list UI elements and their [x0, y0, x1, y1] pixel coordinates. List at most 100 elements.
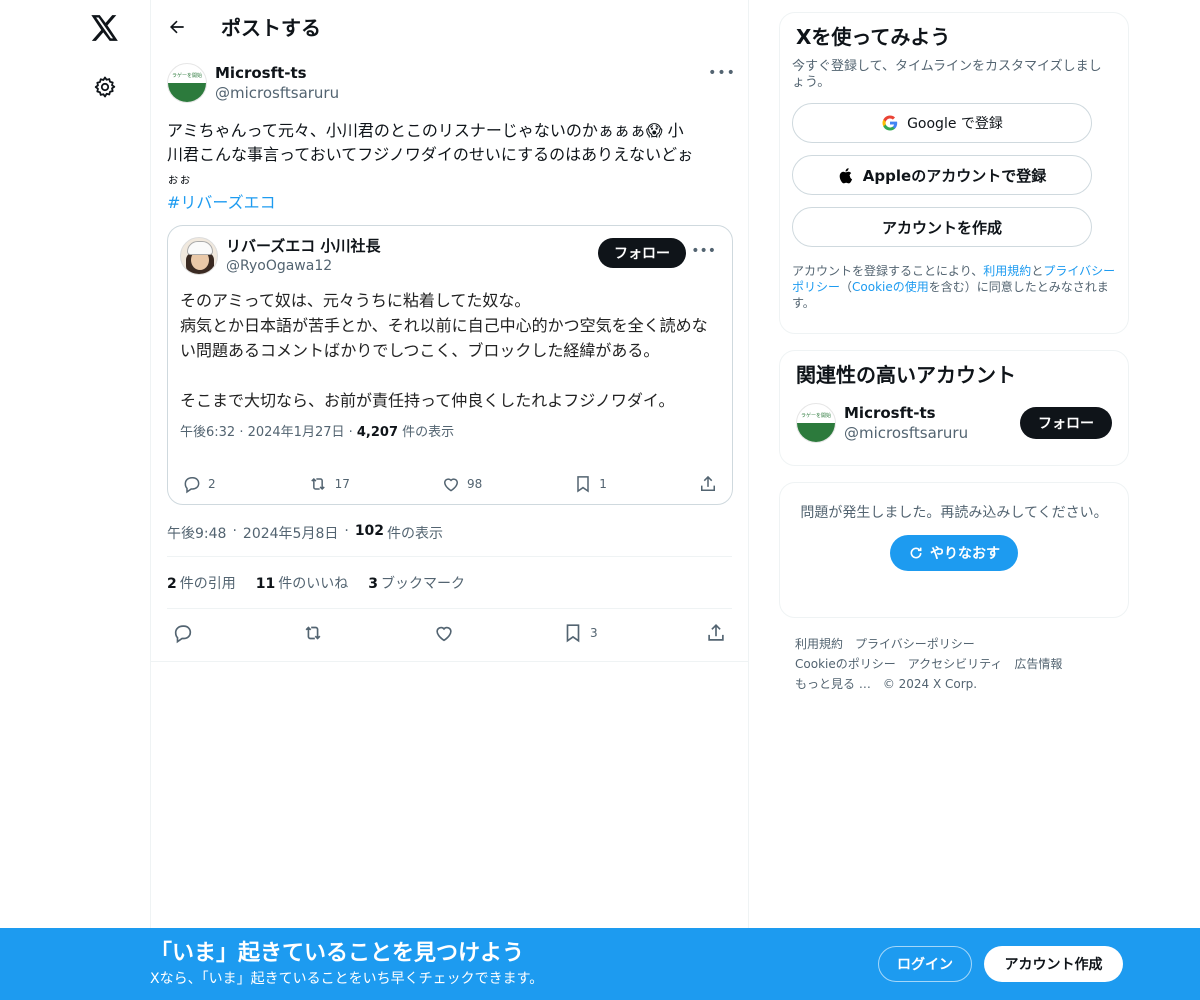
- copyright: © 2024 X Corp.: [882, 677, 978, 691]
- quote-actions: 2 17 98 1: [182, 472, 718, 496]
- quote-author-name[interactable]: リバーズエコ 小川社長: [226, 236, 380, 256]
- signup-button[interactable]: アカウント作成: [984, 946, 1123, 982]
- post-author: ラゲーを開始 Microsft-ts @microsftsaruru •••: [167, 63, 735, 113]
- quote-header: リバーズエコ 小川社長 @RyoOgawa12 フォロー •••: [180, 236, 720, 276]
- reply-count: 2: [208, 477, 216, 491]
- heart-icon: [443, 478, 458, 492]
- x-logo-icon[interactable]: [80, 3, 130, 53]
- related-handle[interactable]: @microsftsaruru: [844, 423, 968, 443]
- footer-links: 利用規約 プライバシーポリシー Cookieのポリシー アクセシビリティ 広告情報 も…: [779, 634, 1099, 694]
- likes-stat[interactable]: 11 件のいいね: [256, 573, 348, 593]
- cookie-link[interactable]: Cookieの使用: [852, 280, 929, 294]
- author-name[interactable]: Microsft-ts: [215, 63, 339, 83]
- repost-icon: [305, 626, 321, 640]
- footer-cookie-link[interactable]: Cookieのポリシー: [795, 657, 896, 671]
- divider: [151, 661, 748, 662]
- create-account-button[interactable]: アカウントを作成: [792, 207, 1092, 247]
- reply-button[interactable]: 2: [182, 474, 216, 494]
- heart-icon: [435, 626, 452, 642]
- login-button[interactable]: ログイン: [878, 946, 972, 982]
- quote-author-handle[interactable]: @RyoOgawa12: [226, 256, 380, 276]
- bookmark-icon: [577, 476, 590, 493]
- separator-dot: ·: [232, 523, 237, 539]
- quote-text: そのアミって奴は、元々うちに粘着してた奴な。 病気とか日本語が苦手とか、それ以前…: [180, 291, 708, 410]
- avatar-label: ラゲーを開始: [172, 73, 203, 79]
- repost-button[interactable]: [301, 622, 325, 644]
- post-time[interactable]: 午後9:48: [167, 523, 226, 543]
- retry-label: やりなおす: [930, 546, 1000, 562]
- quoted-post[interactable]: リバーズエコ 小川社長 @RyoOgawa12 フォロー ••• そのアミって奴…: [167, 225, 733, 505]
- more-icon[interactable]: •••: [708, 63, 735, 83]
- post-stats: 2 件の引用 11 件のいいね 3 ブックマーク: [167, 557, 732, 609]
- bookmarks-label: ブックマーク: [380, 575, 465, 592]
- avatar-green-band: [168, 83, 206, 102]
- bottom-signup-bar: 「いま」起きていることを見つけよう Xなら、「いま」起きていることをいち早くチェ…: [0, 928, 1200, 1000]
- footer-privacy-link[interactable]: プライバシーポリシー: [855, 637, 975, 651]
- bookmark-button[interactable]: 1: [573, 474, 607, 494]
- post-text: アミちゃんって元々、小川君のとこのリスナーじゃないのかぁぁぁ😱 小 川君こんな事…: [167, 119, 727, 215]
- post: ラゲーを開始 Microsft-ts @microsftsaruru ••• ア…: [151, 53, 748, 657]
- post-text-line: ぉぉ: [167, 172, 192, 186]
- bookmark-icon: [566, 624, 580, 643]
- post-views-label: 件の表示: [387, 526, 444, 542]
- more-icon[interactable]: •••: [691, 243, 716, 259]
- author-handle[interactable]: @microsftsaruru: [215, 83, 339, 103]
- bottom-title: 「いま」起きていることを見つけよう: [150, 941, 525, 966]
- share-icon: [708, 624, 724, 641]
- bookmarks-stat[interactable]: 3 ブックマーク: [368, 573, 465, 593]
- post-meta: 午後9:48 · 2024年5月8日 · 102 件の表示: [167, 523, 732, 557]
- apple-signup-button[interactable]: Appleのアカウントで登録: [792, 155, 1092, 195]
- footer-more-link[interactable]: もっと見る …: [795, 677, 871, 691]
- page-title: ポストする: [221, 16, 321, 40]
- signup-card: Xを使ってみよう 今すぐ登録して、タイムラインをカスタマイズしましょう。 Goo…: [779, 12, 1129, 334]
- like-button[interactable]: 98: [441, 474, 482, 494]
- footer-terms-link[interactable]: 利用規約: [795, 637, 843, 651]
- avatar[interactable]: [180, 237, 218, 275]
- avatar[interactable]: ラゲーを開始: [167, 63, 207, 103]
- bottom-subtitle: Xなら、「いま」起きていることをいち早くチェックできます。: [150, 971, 544, 987]
- likes-count: 11: [255, 575, 276, 592]
- google-signup-label: Google で登録: [907, 116, 1003, 132]
- related-accounts-card: 関連性の高いアカウント ラゲーを開始 Microsft-ts @microsft…: [779, 350, 1129, 466]
- avatar-green-band: [797, 423, 835, 442]
- follow-button[interactable]: フォロー: [1020, 407, 1112, 439]
- share-button[interactable]: [698, 474, 718, 494]
- quotes-label: 件の引用: [179, 575, 236, 592]
- error-message: 問題が発生しました。再読み込みしてください。: [800, 505, 1108, 521]
- related-account[interactable]: ラゲーを開始 Microsft-ts @microsftsaruru フォロー: [796, 403, 1112, 443]
- like-count: 98: [466, 477, 483, 491]
- refresh-icon: [910, 547, 922, 559]
- post-date[interactable]: 2024年5月8日: [243, 523, 338, 543]
- reply-button[interactable]: [172, 622, 194, 644]
- likes-label: 件のいいね: [278, 575, 349, 592]
- hashtag-link[interactable]: #リバーズエコ: [167, 191, 727, 215]
- repost-button[interactable]: 17: [307, 474, 350, 494]
- terms-link[interactable]: 利用規約: [983, 264, 1031, 278]
- quote-views: 4,207: [356, 425, 399, 440]
- quotes-stat[interactable]: 2 件の引用: [167, 573, 236, 593]
- google-signup-button[interactable]: Google で登録: [792, 103, 1092, 143]
- avatar[interactable]: ラゲーを開始: [796, 403, 836, 443]
- legal-text: アカウントを登録することにより、利用規約とプライバシーポリシー（Cookieの使…: [792, 263, 1122, 311]
- share-icon: [700, 475, 715, 491]
- related-title: 関連性の高いアカウント: [796, 363, 1016, 387]
- retry-button[interactable]: やりなおす: [890, 535, 1018, 571]
- reply-icon: [174, 625, 192, 644]
- apple-icon: [839, 167, 852, 183]
- like-button[interactable]: [433, 622, 455, 644]
- quotes-count: 2: [167, 575, 177, 592]
- footer-accessibility-link[interactable]: アクセシビリティ: [908, 657, 1003, 671]
- related-name[interactable]: Microsft-ts: [844, 403, 968, 423]
- apple-signup-label: Appleのアカウントで登録: [862, 166, 1047, 185]
- footer-ads-link[interactable]: 広告情報: [1014, 657, 1062, 671]
- bookmark-count: 1: [599, 477, 607, 491]
- signup-subtitle: 今すぐ登録して、タイムラインをカスタマイズしましょう。: [792, 59, 1102, 90]
- follow-button[interactable]: フォロー: [598, 238, 686, 268]
- quote-time[interactable]: 午後6:32 · 2024年1月27日 ·: [180, 425, 357, 440]
- gear-icon[interactable]: [80, 62, 130, 112]
- share-button[interactable]: [705, 622, 727, 644]
- bookmark-button[interactable]: 3: [562, 622, 598, 644]
- back-arrow-icon[interactable]: [163, 13, 191, 41]
- google-icon: [882, 115, 898, 131]
- bookmark-count: 3: [589, 626, 598, 640]
